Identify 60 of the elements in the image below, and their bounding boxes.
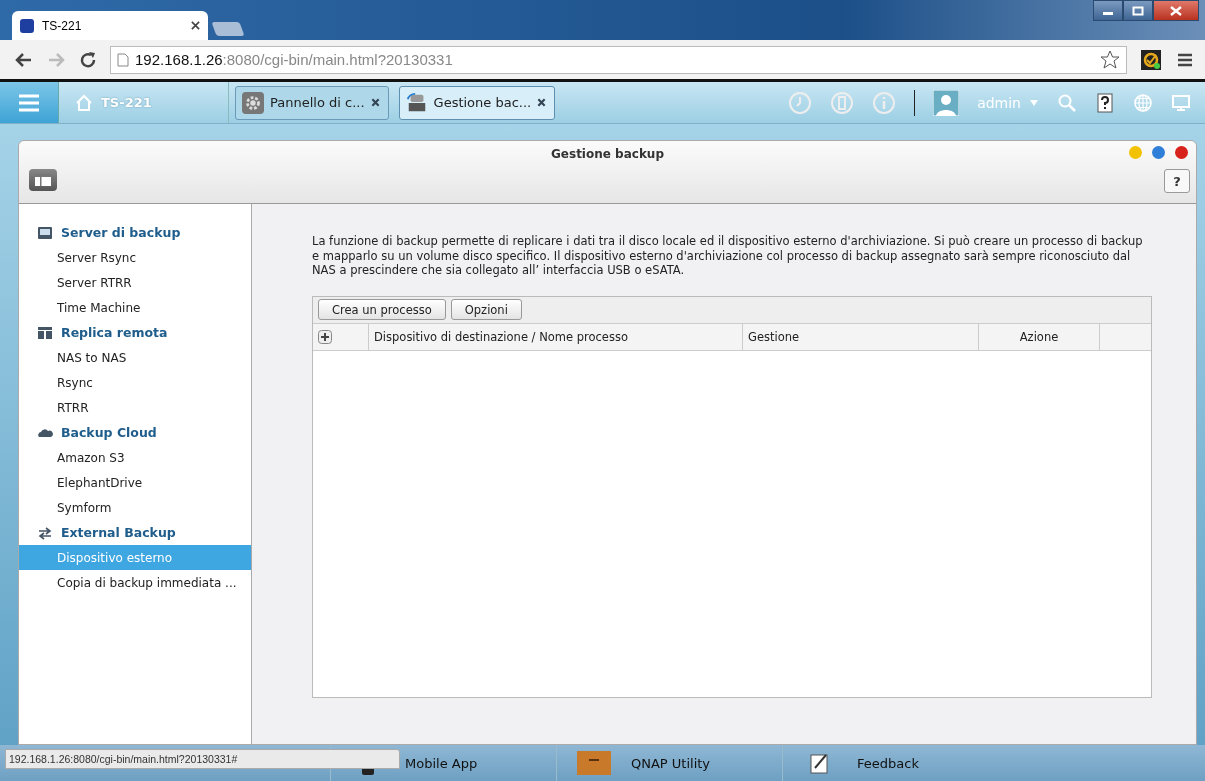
app-tab[interactable]: Gestione bac...: [398, 85, 556, 120]
minimize-button[interactable]: [1093, 0, 1123, 21]
reload-icon[interactable]: [78, 49, 98, 70]
sync-icon: [37, 525, 53, 540]
caret-icon: [1029, 98, 1039, 107]
extension-icon[interactable]: [1141, 49, 1161, 70]
toolbar-button[interactable]: Opzioni: [450, 299, 522, 320]
minimize-icon: [1103, 12, 1113, 15]
menu-icon: [18, 93, 40, 112]
address-field[interactable]: 192.168.1.26:8080/cgi-bin/main.html?20130331: [110, 45, 1127, 74]
server-icon: [37, 225, 53, 240]
home-icon: [75, 93, 93, 112]
new-tab-button[interactable]: [211, 22, 245, 36]
sidebar-item[interactable]: RTRR: [19, 395, 251, 420]
page-icon: [117, 52, 129, 67]
sidebar-item[interactable]: Server Rsync: [19, 245, 251, 270]
close-icon[interactable]: [370, 98, 380, 107]
panel-icon: [34, 173, 52, 187]
app-logo-icon: [20, 18, 34, 33]
help-icon[interactable]: [1095, 92, 1115, 113]
sidebar-item[interactable]: Rsync: [19, 370, 251, 395]
sidebar-item[interactable]: Amazon S3: [19, 445, 251, 470]
sidebar-item[interactable]: Time Machine: [19, 295, 251, 320]
expand-icon[interactable]: [318, 329, 332, 344]
sidebar-item[interactable]: Copia di backup immediata ...: [19, 570, 251, 595]
panel-toggle-button[interactable]: [29, 169, 57, 191]
star-icon[interactable]: [1100, 49, 1120, 70]
close-icon[interactable]: [191, 21, 200, 30]
column-header[interactable]: Dispositivo di destinazione / Nome processo: [369, 323, 743, 350]
app-tab[interactable]: Pannello di c...: [235, 85, 389, 120]
close-icon[interactable]: [537, 98, 547, 107]
help-button[interactable]: ?: [1164, 169, 1190, 193]
dock-item[interactable]: Feedback: [782, 745, 1008, 781]
maximize-button[interactable]: [1123, 0, 1153, 21]
dock-item[interactable]: QNAP Utility: [556, 745, 782, 781]
sidebar-group[interactable]: Backup Cloud: [19, 420, 251, 445]
sidebar-group[interactable]: Replica remota: [19, 320, 251, 345]
url-tooltip: 192.168.1.26:8080/cgi-bin/main.html?20130331#: [5, 749, 400, 769]
close-button[interactable]: [1175, 146, 1188, 159]
browser-tab[interactable]: TS-221: [12, 11, 208, 40]
box-icon: [577, 751, 611, 775]
gear-icon: [242, 91, 264, 114]
sidebar-group[interactable]: Server di backup: [19, 220, 251, 245]
toolbar-button[interactable]: Crea un processo: [318, 299, 446, 320]
sidebar-group[interactable]: External Backup: [19, 520, 251, 545]
menu-button[interactable]: [0, 82, 59, 123]
servers-icon: [37, 325, 53, 340]
sidebar-item[interactable]: Server RTRR: [19, 270, 251, 295]
sidebar-item[interactable]: NAS to NAS: [19, 345, 251, 370]
sidebar-item[interactable]: Symform: [19, 495, 251, 520]
drive-icon: [405, 91, 428, 114]
window-title: Gestione backup: [551, 146, 664, 161]
close-icon: [1170, 5, 1182, 16]
sidebar-item[interactable]: ElephantDrive: [19, 470, 251, 495]
column-header[interactable]: Azione: [979, 323, 1100, 350]
column-header[interactable]: Gestione: [743, 323, 979, 350]
maximize-icon: [1132, 5, 1144, 16]
description-text: La funzione di backup permette di replicare i dati tra il disco locale ed il dispositivo esterno d'archiviazione. Si può creare un processo di backup e mapparlo su un volume disco specifico. Il dispositivo esterno d'archiviazione col processo di backup assegnato sarà sempre riconosciuto dal NAS a prescindere che sia collegato all’ interfaccia USB o eSATA.: [312, 234, 1144, 278]
close-button[interactable]: [1153, 0, 1199, 21]
maximize-button[interactable]: [1152, 146, 1165, 159]
